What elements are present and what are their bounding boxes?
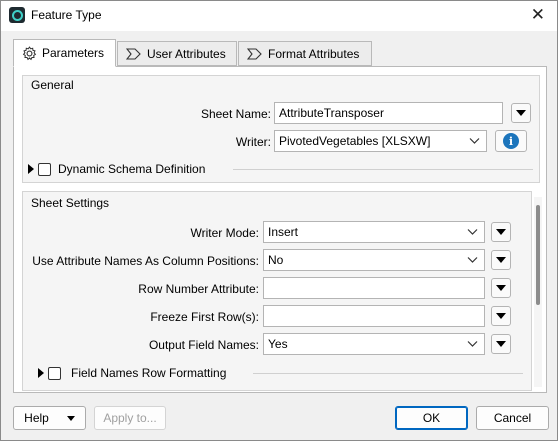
info-icon: i (503, 133, 519, 149)
writer-label: Writer: (235, 135, 271, 149)
sheet-settings-group-title: Sheet Settings (31, 196, 110, 210)
use-attr-names-label: Use Attribute Names As Column Positions: (32, 254, 259, 268)
triangle-down-icon (66, 415, 75, 421)
tab-user-attributes[interactable]: User Attributes (117, 41, 237, 66)
cancel-button[interactable]: Cancel (476, 406, 549, 430)
use-attr-names-select[interactable]: No (263, 249, 485, 271)
chevron-down-icon (467, 257, 478, 263)
writer-mode-value: Insert (268, 225, 299, 239)
section-divider (253, 373, 523, 374)
writer-select[interactable]: PivotedVegetables [XLSXW] (274, 130, 487, 152)
freeze-first-menu-button[interactable] (491, 306, 511, 326)
writer-mode-label: Writer Mode: (190, 226, 259, 240)
triangle-down-icon (496, 257, 506, 263)
triangle-down-icon (496, 313, 506, 319)
general-group-title: General (31, 78, 74, 92)
tab-format-attributes-label: Format Attributes (268, 46, 360, 61)
apply-to-button[interactable]: Apply to... (94, 406, 166, 430)
field-names-formatting-label: Field Names Row Formatting (71, 366, 227, 380)
chevron-down-icon (467, 229, 478, 235)
help-button[interactable]: Help (13, 406, 86, 430)
writer-select-value: PivotedVegetables [XLSXW] (279, 134, 431, 148)
tab-parameters-label: Parameters (42, 46, 105, 60)
sheet-settings-group: Sheet Settings Writer Mode: Insert Use A… (22, 191, 532, 391)
use-attr-names-value: No (268, 253, 284, 267)
output-field-names-menu-button[interactable] (491, 334, 511, 354)
row-number-label: Row Number Attribute: (138, 282, 259, 296)
attributes-icon (126, 47, 141, 60)
field-names-formatting-checkbox[interactable] (48, 366, 61, 380)
expand-arrow-icon[interactable] (28, 164, 34, 174)
triangle-down-icon (496, 285, 506, 291)
output-field-names-select[interactable]: Yes (263, 333, 485, 355)
freeze-first-input[interactable] (263, 305, 485, 327)
tab-user-attributes-label: User Attributes (147, 46, 226, 61)
sheet-name-menu-button[interactable] (511, 103, 531, 123)
section-divider (233, 169, 533, 170)
dynamic-schema-checkbox[interactable] (38, 162, 51, 176)
output-field-names-value: Yes (268, 337, 288, 351)
attributes-icon (247, 47, 262, 60)
help-button-label: Help (24, 411, 49, 425)
chevron-down-icon (467, 341, 478, 347)
ok-button[interactable]: OK (395, 406, 468, 430)
tab-parameters[interactable]: Parameters (13, 39, 116, 67)
triangle-down-icon (496, 341, 506, 347)
title-bar: Feature Type ✕ (1, 1, 557, 31)
writer-mode-menu-button[interactable] (491, 222, 511, 242)
feature-type-dialog: Feature Type ✕ Parameters User Attribute… (0, 0, 558, 441)
row-number-menu-button[interactable] (491, 278, 511, 298)
gear-icon (22, 45, 37, 60)
cancel-button-label: Cancel (493, 411, 532, 425)
writer-info-button[interactable]: i (495, 130, 527, 152)
parameters-panel: General Sheet Name: AttributeTransposer … (13, 66, 547, 393)
apply-to-button-label: Apply to... (103, 411, 157, 425)
close-icon[interactable]: ✕ (531, 5, 545, 25)
chevron-down-icon (469, 138, 480, 144)
fme-app-icon (9, 7, 25, 23)
use-attr-names-menu-button[interactable] (491, 250, 511, 270)
expand-arrow-icon[interactable] (38, 368, 44, 378)
window-title: Feature Type (31, 8, 102, 22)
sheet-name-label: Sheet Name: (200, 107, 271, 121)
triangle-down-icon (516, 110, 526, 116)
dynamic-schema-expander[interactable]: Dynamic Schema Definition (28, 162, 205, 176)
freeze-first-label: Freeze First Row(s): (150, 310, 259, 324)
scrollbar-thumb[interactable] (536, 205, 540, 305)
writer-mode-select[interactable]: Insert (263, 221, 485, 243)
vertical-scrollbar[interactable] (534, 197, 542, 387)
tab-format-attributes[interactable]: Format Attributes (238, 41, 372, 66)
triangle-down-icon (496, 229, 506, 235)
dynamic-schema-label: Dynamic Schema Definition (58, 162, 206, 176)
ok-button-label: OK (422, 411, 441, 425)
row-number-input[interactable] (263, 277, 485, 299)
sheet-name-input[interactable]: AttributeTransposer (274, 102, 503, 124)
general-group: General Sheet Name: AttributeTransposer … (22, 75, 540, 183)
output-field-names-label: Output Field Names: (148, 338, 259, 352)
field-names-formatting-expander[interactable]: Field Names Row Formatting (38, 366, 226, 380)
